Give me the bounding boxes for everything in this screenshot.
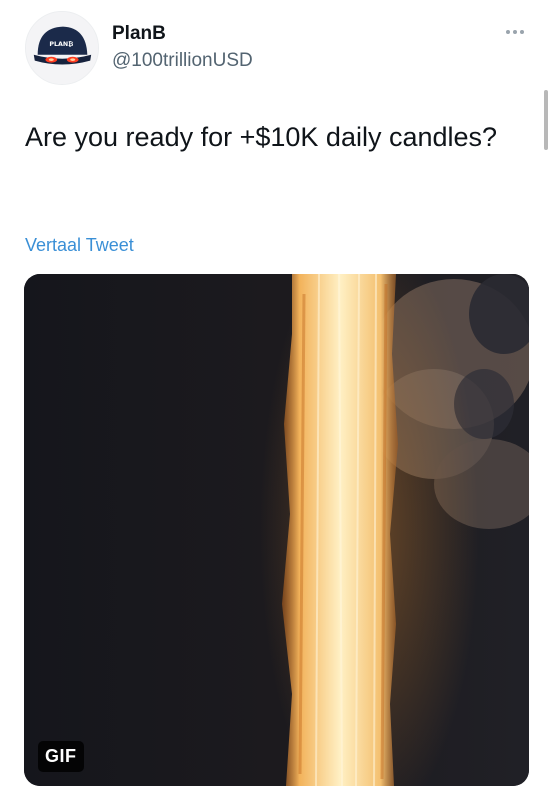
avatar-cap-text: PLAN₿ [49,40,73,48]
avatar[interactable]: PLAN₿ [25,11,99,85]
tweet-text: Are you ready for +$10K daily candles? [25,122,498,152]
more-options-icon[interactable] [500,22,530,42]
rocket-exhaust-flame-image [24,274,529,786]
translate-tweet-link[interactable]: Vertaal Tweet [25,235,134,256]
tweet-media-gif[interactable]: GIF [24,274,529,786]
tweet-header: PLAN₿ PlanB @100trillionUSD [0,0,553,100]
user-handle[interactable]: @100trillionUSD [112,50,253,72]
scrollbar[interactable] [544,90,548,150]
display-name[interactable]: PlanB [112,23,166,45]
avatar-cap-icon: PLAN₿ [26,12,98,84]
gif-badge: GIF [38,741,84,772]
